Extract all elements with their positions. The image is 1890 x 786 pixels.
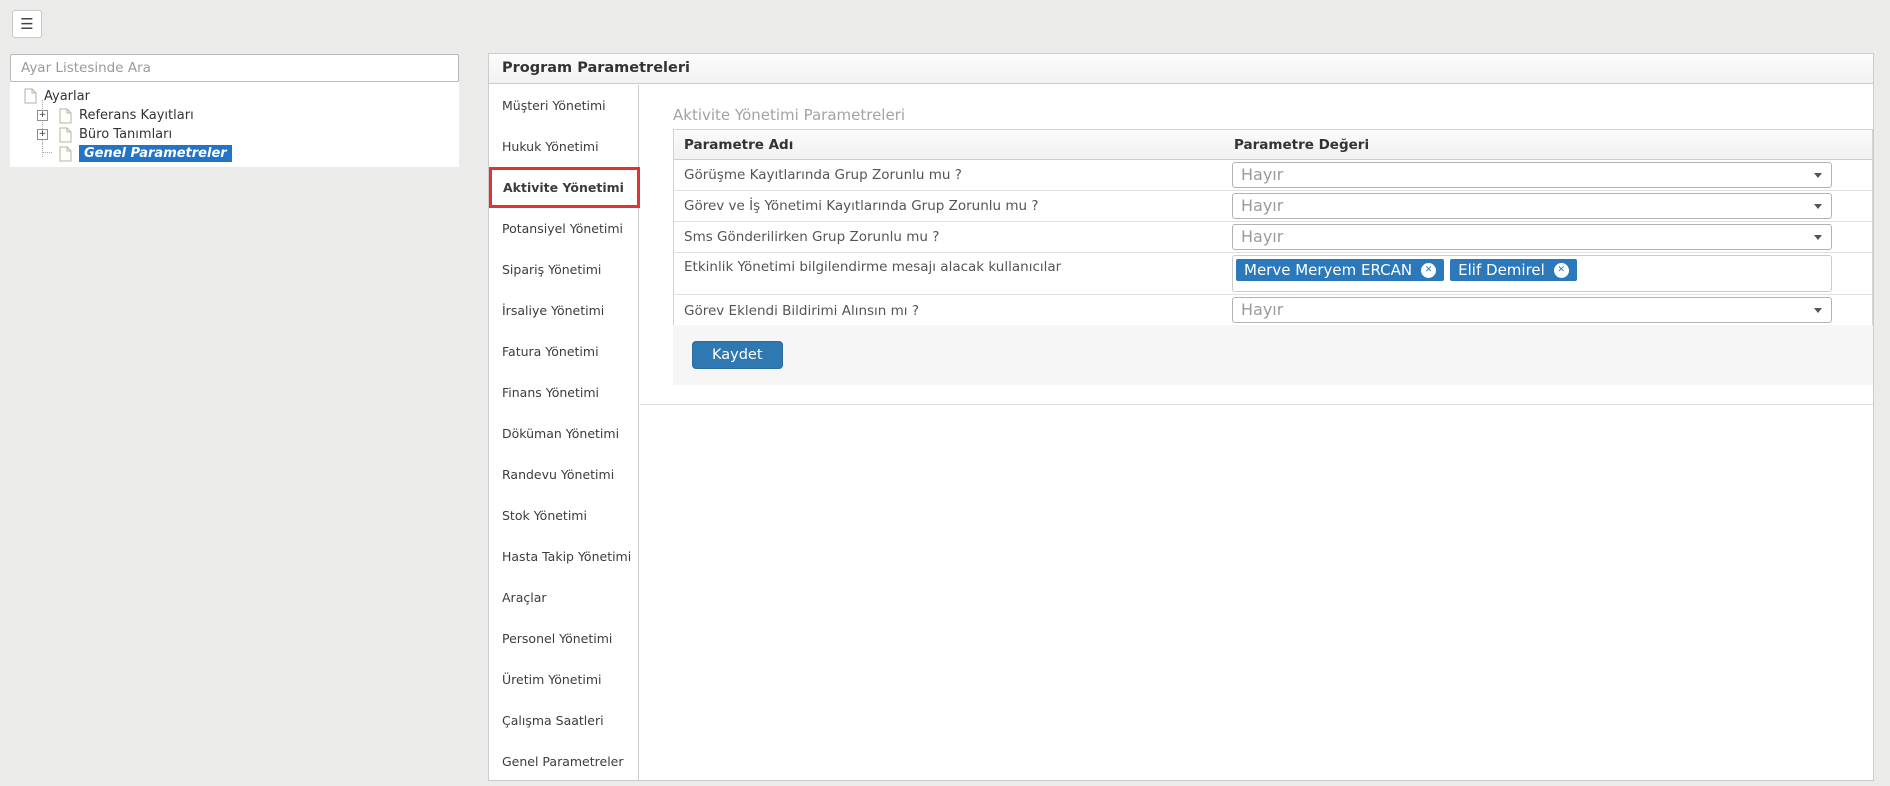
tab-stok-y-netimi[interactable]: Stok Yönetimi (489, 495, 638, 536)
column-header-parameter-name: Parametre Adı (674, 137, 1226, 153)
parameter-value-cell: Hayır (1226, 191, 1872, 221)
parameter-name: Etkinlik Yönetimi bilgilendirme mesajı a… (674, 253, 1226, 294)
tab-hasta-takip-y-netimi[interactable]: Hasta Takip Yönetimi (489, 536, 638, 577)
table-row: Etkinlik Yönetimi bilgilendirme mesajı a… (674, 253, 1872, 295)
chevron-down-icon (1814, 173, 1822, 178)
parameter-value-cell: Hayır (1226, 222, 1872, 252)
table-row: Görev Eklendi Bildirimi Alınsın mı ?Hayı… (674, 295, 1872, 326)
parameter-name: Görev Eklendi Bildirimi Alınsın mı ? (674, 295, 1226, 326)
parameter-name: Görev ve İş Yönetimi Kayıtlarında Grup Z… (674, 191, 1226, 221)
tab-d-k-man-y-netimi[interactable]: Döküman Yönetimi (489, 413, 638, 454)
form-footer: Kaydet (673, 325, 1873, 385)
value-dropdown[interactable]: Hayır (1232, 162, 1832, 188)
value-dropdown[interactable]: Hayır (1232, 297, 1832, 323)
section-title: Aktivite Yönetimi Parametreleri (673, 106, 905, 124)
chevron-down-icon (1814, 235, 1822, 240)
tree-elbow-connector (42, 143, 52, 153)
remove-tag-icon[interactable]: ✕ (1554, 263, 1569, 278)
tree-node-b-ro-tan-mlar[interactable]: + Büro Tanımları (10, 125, 459, 144)
expand-plus-icon[interactable]: + (37, 110, 48, 121)
document-icon (59, 146, 72, 162)
table-header-row: Parametre Adı Parametre Değeri (674, 130, 1872, 160)
value-dropdown[interactable]: Hayır (1232, 224, 1832, 250)
column-header-parameter-value: Parametre Değeri (1226, 137, 1369, 153)
tab-ara-lar[interactable]: Araçlar (489, 577, 638, 618)
search-input[interactable] (10, 54, 459, 82)
parameter-value-cell: Merve Meryem ERCAN✕ Elif Demirel✕ (1226, 253, 1872, 294)
tab-randevu-y-netimi[interactable]: Randevu Yönetimi (489, 454, 638, 495)
document-icon (59, 127, 72, 143)
tab-al-ma-saatleri[interactable]: Çalışma Saatleri (489, 700, 638, 741)
tree-root-node[interactable]: Ayarlar (24, 88, 90, 104)
table-body: Görüşme Kayıtlarında Grup Zorunlu mu ?Ha… (674, 160, 1872, 326)
menu-button[interactable]: ☰ (12, 10, 42, 38)
tree-node-referans-kay-tlar[interactable]: + Referans Kayıtları (10, 106, 459, 125)
settings-tree: Ayarlar + Referans Kayıtları + Büro Tanımla… (10, 82, 459, 167)
tab-aktivite-y-netimi[interactable]: Aktivite Yönetimi (489, 167, 640, 208)
remove-tag-icon[interactable]: ✕ (1421, 263, 1436, 278)
tab-fatura-y-netimi[interactable]: Fatura Yönetimi (489, 331, 638, 372)
tab-finans-y-netimi[interactable]: Finans Yönetimi (489, 372, 638, 413)
hamburger-icon: ☰ (20, 15, 33, 33)
table-row: Görev ve İş Yönetimi Kayıtlarında Grup Z… (674, 191, 1872, 222)
tree-children: + Referans Kayıtları + Büro Tanımları Genel … (10, 106, 459, 163)
expand-plus-icon[interactable]: + (37, 129, 48, 140)
tab-personel-y-netimi[interactable]: Personel Yönetimi (489, 618, 638, 659)
tab-potansiyel-y-netimi[interactable]: Potansiyel Yönetimi (489, 208, 638, 249)
parameter-value-cell: Hayır (1226, 295, 1872, 326)
tab-sipari-y-netimi[interactable]: Sipariş Yönetimi (489, 249, 638, 290)
tab-hukuk-y-netimi[interactable]: Hukuk Yönetimi (489, 126, 638, 167)
chevron-down-icon (1814, 204, 1822, 209)
tree-node-label: Genel Parametreler (79, 145, 232, 162)
value-dropdown[interactable]: Hayır (1232, 193, 1832, 219)
parameter-name: Görüşme Kayıtlarında Grup Zorunlu mu ? (674, 160, 1226, 190)
panel-title: Program Parametreleri (489, 54, 1873, 84)
tree-node-genel-parametreler[interactable]: Genel Parametreler (10, 144, 459, 163)
table-row: Sms Gönderilirken Grup Zorunlu mu ?Hayır (674, 222, 1872, 253)
user-tag: Merve Meryem ERCAN✕ (1236, 259, 1444, 281)
parameter-name: Sms Gönderilirken Grup Zorunlu mu ? (674, 222, 1226, 252)
tab-list: Müşteri YönetimiHukuk YönetimiAktivite Y… (489, 85, 639, 780)
chevron-down-icon (1814, 308, 1822, 313)
program-parameters-panel: Program Parametreleri Müşteri YönetimiHu… (488, 53, 1874, 781)
parameter-value-cell: Hayır (1226, 160, 1872, 190)
tab-retim-y-netimi[interactable]: Üretim Yönetimi (489, 659, 638, 700)
tab-i-rsaliye-y-netimi[interactable]: İrsaliye Yönetimi (489, 290, 638, 331)
tab-genel-parametreler[interactable]: Genel Parametreler (489, 741, 638, 782)
tree-node-label: Büro Tanımları (79, 127, 172, 142)
document-icon (59, 108, 72, 124)
parameters-table: Parametre Adı Parametre Değeri Görüşme K… (673, 129, 1873, 327)
document-icon (24, 88, 37, 104)
tab-m-teri-y-netimi[interactable]: Müşteri Yönetimi (489, 85, 638, 126)
users-tag-input[interactable]: Merve Meryem ERCAN✕ Elif Demirel✕ (1232, 255, 1832, 292)
user-tag: Elif Demirel✕ (1450, 259, 1577, 281)
table-row: Görüşme Kayıtlarında Grup Zorunlu mu ?Ha… (674, 160, 1872, 191)
save-button[interactable]: Kaydet (692, 341, 783, 369)
tree-root-label: Ayarlar (44, 89, 90, 104)
content-divider (640, 404, 1873, 405)
tree-node-label: Referans Kayıtları (79, 108, 194, 123)
